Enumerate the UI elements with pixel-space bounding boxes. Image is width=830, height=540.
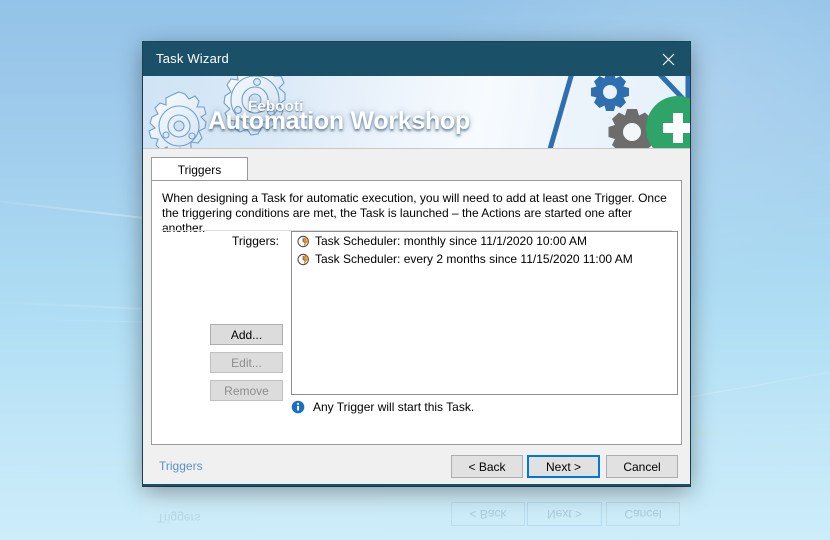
next-button-label: Next > (545, 459, 581, 474)
clock-lightning-icon (297, 253, 309, 265)
back-button-label: < Back (468, 459, 506, 474)
dialog-bottom-edge (143, 484, 690, 486)
info-text: Any Trigger will start this Task. (313, 400, 475, 414)
triggers-panel: When designing a Task for automatic exec… (151, 180, 682, 445)
info-icon (291, 400, 305, 414)
window-title: Task Wizard (156, 51, 229, 66)
dialog-footer: Triggers < Back Next > Cancel (143, 445, 690, 486)
triggers-listbox[interactable]: Task Scheduler: monthly since 11/1/2020 … (291, 231, 678, 395)
tab-strip: Triggers (151, 157, 682, 181)
clock-lightning-icon (297, 235, 309, 247)
list-item-label: Task Scheduler: every 2 months since 11/… (315, 252, 633, 266)
brand-large: Automation Workshop (208, 107, 470, 135)
gears-and-green-plus-icon (547, 76, 690, 148)
reflection-back-button: < Back (451, 502, 525, 526)
next-button[interactable]: Next > (527, 455, 600, 478)
reflection-link: Triggers (157, 511, 201, 525)
window-reflection: Triggers < Back Next > Cancel (143, 486, 688, 540)
desktop-background: Triggers < Back Next > Cancel Task Wizar… (0, 0, 830, 540)
tab-triggers-label: Triggers (177, 162, 222, 177)
title-bar: Task Wizard (143, 42, 690, 76)
reflection-cancel-button: Cancel (606, 502, 680, 526)
triggers-list-label: Triggers: (232, 234, 279, 248)
list-item[interactable]: Task Scheduler: every 2 months since 11/… (292, 250, 677, 268)
close-icon[interactable] (646, 42, 690, 76)
add-trigger-button[interactable]: Add... (210, 324, 283, 345)
list-item-label: Task Scheduler: monthly since 11/1/2020 … (315, 234, 587, 248)
edit-trigger-button[interactable]: Edit... (210, 352, 283, 373)
reflection-next-button: Next > (527, 502, 602, 526)
list-item[interactable]: Task Scheduler: monthly since 11/1/2020 … (292, 232, 677, 250)
remove-trigger-button[interactable]: Remove (210, 380, 283, 401)
edit-trigger-label: Edit... (231, 355, 262, 370)
product-banner: Febooti Automation Workshop (143, 76, 690, 148)
back-button[interactable]: < Back (451, 455, 523, 478)
remove-trigger-label: Remove (224, 383, 269, 398)
add-trigger-label: Add... (230, 327, 263, 342)
cancel-button[interactable]: Cancel (606, 455, 678, 478)
triggers-help-link[interactable]: Triggers (159, 459, 203, 473)
cancel-button-label: Cancel (623, 459, 661, 474)
dialog-body: Triggers When designing a Task for autom… (143, 149, 690, 486)
info-line: Any Trigger will start this Task. (291, 400, 474, 414)
task-wizard-dialog: Task Wizard Febooti Automation Workshop … (143, 42, 690, 486)
tab-triggers[interactable]: Triggers (151, 157, 248, 181)
